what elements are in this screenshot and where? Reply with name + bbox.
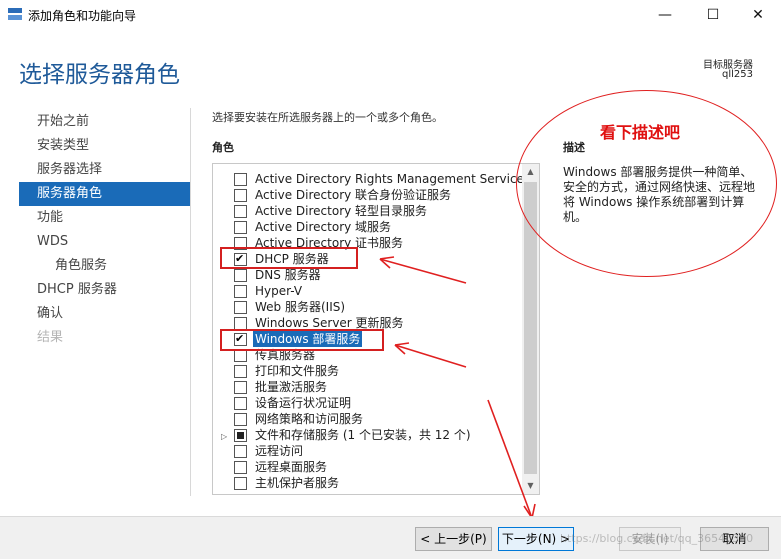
arrow-to-wds xyxy=(394,344,467,368)
watermark: https://blog.csdn.net/qq_36540300 xyxy=(560,532,754,545)
arrow-to-next xyxy=(487,399,533,519)
back-button[interactable]: < 上一步(P) xyxy=(415,527,492,551)
annotation-arrows xyxy=(379,256,536,519)
arrow-to-dhcp xyxy=(379,258,467,284)
